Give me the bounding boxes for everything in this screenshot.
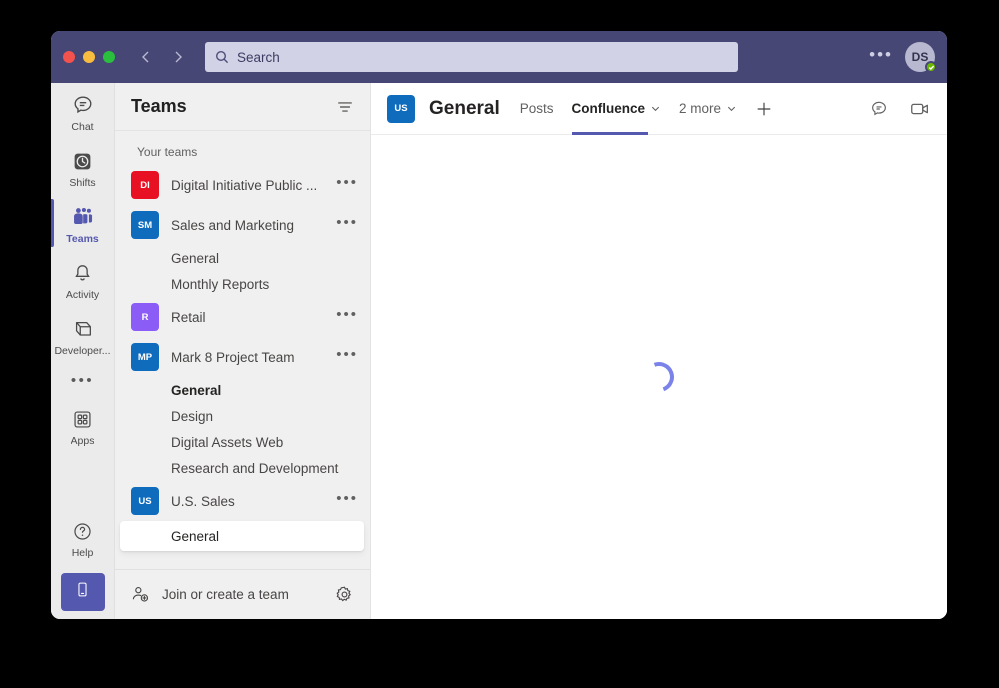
chevron-down-icon[interactable] [726,103,737,114]
channel-row[interactable]: Design [115,403,370,429]
team-row[interactable]: MP Mark 8 Project Team ••• [115,337,370,377]
main-content: US General Posts Confluence 2 more [371,83,947,619]
developer-icon [72,316,94,342]
team-more-options-button[interactable]: ••• [336,346,358,369]
team-more-options-button[interactable]: ••• [336,306,358,329]
rail-item-label: Apps [70,435,95,447]
rail-item-label: Chat [71,121,94,133]
search-bar[interactable] [205,42,738,72]
chat-bubble-icon[interactable] [869,99,889,119]
channel-row[interactable]: Monthly Reports [115,271,370,297]
team-row[interactable]: R Retail ••• [115,297,370,337]
app-body: Chat Shifts Teams Activity Developer... … [51,83,947,619]
avatar[interactable]: DS [905,42,937,73]
team-row[interactable]: DI Digital Initiative Public ... ••• [115,165,370,205]
maximize-window-button[interactable] [103,51,115,63]
team-avatar: MP [131,343,159,371]
team-avatar: US [131,487,159,515]
team-name: Retail [171,309,206,325]
rail-item-label: Teams [66,233,99,245]
teams-list[interactable]: Your teams DI Digital Initiative Public … [115,131,370,569]
video-camera-icon[interactable] [909,98,931,120]
mobile-phone-icon [74,581,91,603]
chevron-down-icon[interactable] [650,103,661,114]
search-icon [215,50,229,64]
channel-header-actions [869,83,931,134]
get-mobile-app-button[interactable] [60,573,105,611]
rail-item-help[interactable]: Help [51,509,115,565]
settings-overflow-button[interactable]: ••• [869,46,893,68]
tab-content-area [371,135,947,619]
minimize-window-button[interactable] [83,51,95,63]
chat-icon [72,92,94,118]
team-row[interactable]: US U.S. Sales ••• [115,481,370,521]
team-more-options-button[interactable]: ••• [336,174,358,197]
rail-item-shifts[interactable]: Shifts [51,139,115,195]
filter-icon[interactable] [336,98,354,116]
rail-more-button[interactable]: ••• [51,363,115,397]
rail-item-activity[interactable]: Activity [51,251,115,307]
channel-row[interactable]: Digital Assets Web [115,429,370,455]
team-name: Sales and Marketing [171,217,295,233]
teams-panel: Teams Your teams DI Digital Initiative P… [115,83,371,619]
rail-item-developer[interactable]: Developer... [51,307,115,363]
tab-more[interactable]: 2 more [679,83,737,134]
chevron-right-icon[interactable] [165,44,191,70]
chevron-left-icon[interactable] [133,44,159,70]
teams-panel-footer: Join or create a team [115,569,370,619]
loading-spinner [639,357,679,397]
channel-team-avatar: US [387,94,415,123]
rail-item-label: Developer... [54,345,111,357]
channel-row-selected[interactable]: General [120,521,364,551]
search-input[interactable] [237,49,728,65]
channel-row[interactable]: Research and Development [115,455,370,481]
activity-bell-icon [72,260,93,286]
rail-item-apps[interactable]: Apps [51,397,115,453]
teams-panel-header: Teams [115,83,370,131]
team-more-options-button[interactable]: ••• [336,214,358,237]
tab-label: Posts [519,101,554,116]
team-row[interactable]: SM Sales and Marketing ••• [115,205,370,245]
window-controls [63,51,115,63]
rail-item-chat[interactable]: Chat [51,83,115,139]
tab-confluence[interactable]: Confluence [571,83,662,135]
channel-row[interactable]: General [115,377,370,403]
title-bar: ••• DS [51,31,947,83]
team-more-options-button[interactable]: ••• [336,490,358,513]
app-rail: Chat Shifts Teams Activity Developer... … [51,83,115,619]
rail-item-label: Help [71,547,94,559]
rail-item-teams[interactable]: Teams [51,195,115,251]
rail-item-label: Shifts [69,177,96,189]
rail-item-label: Activity [65,289,100,301]
apps-grid-icon [72,406,93,432]
tab-label: Confluence [571,101,646,116]
tab-label: 2 more [679,101,722,116]
title-bar-right: ••• DS [869,31,937,83]
channel-header: US General Posts Confluence 2 more [371,83,947,135]
add-person-icon [131,585,150,604]
gear-icon[interactable] [335,585,354,604]
page-title: Teams [131,96,187,116]
team-avatar: DI [131,171,159,199]
tab-posts[interactable]: Posts [520,83,554,134]
channel-title: General [429,97,500,119]
shifts-icon [72,148,93,174]
presence-available-icon [925,61,937,73]
app-window: ••• DS Chat [51,31,947,619]
teams-icon [71,204,95,230]
plus-icon[interactable] [755,100,773,118]
team-name: Digital Initiative Public ... [171,177,318,193]
close-window-button[interactable] [63,51,75,63]
join-or-create-team-button[interactable]: Join or create a team [162,587,323,602]
team-name: U.S. Sales [171,493,235,509]
rail-bottom-group: Help [51,509,115,619]
team-avatar: R [131,303,159,331]
channel-row[interactable]: General [115,245,370,271]
team-name: Mark 8 Project Team [171,349,295,365]
team-avatar: SM [131,211,159,239]
history-navigation [133,44,191,70]
your-teams-label: Your teams [137,145,198,159]
help-question-icon [72,518,93,544]
